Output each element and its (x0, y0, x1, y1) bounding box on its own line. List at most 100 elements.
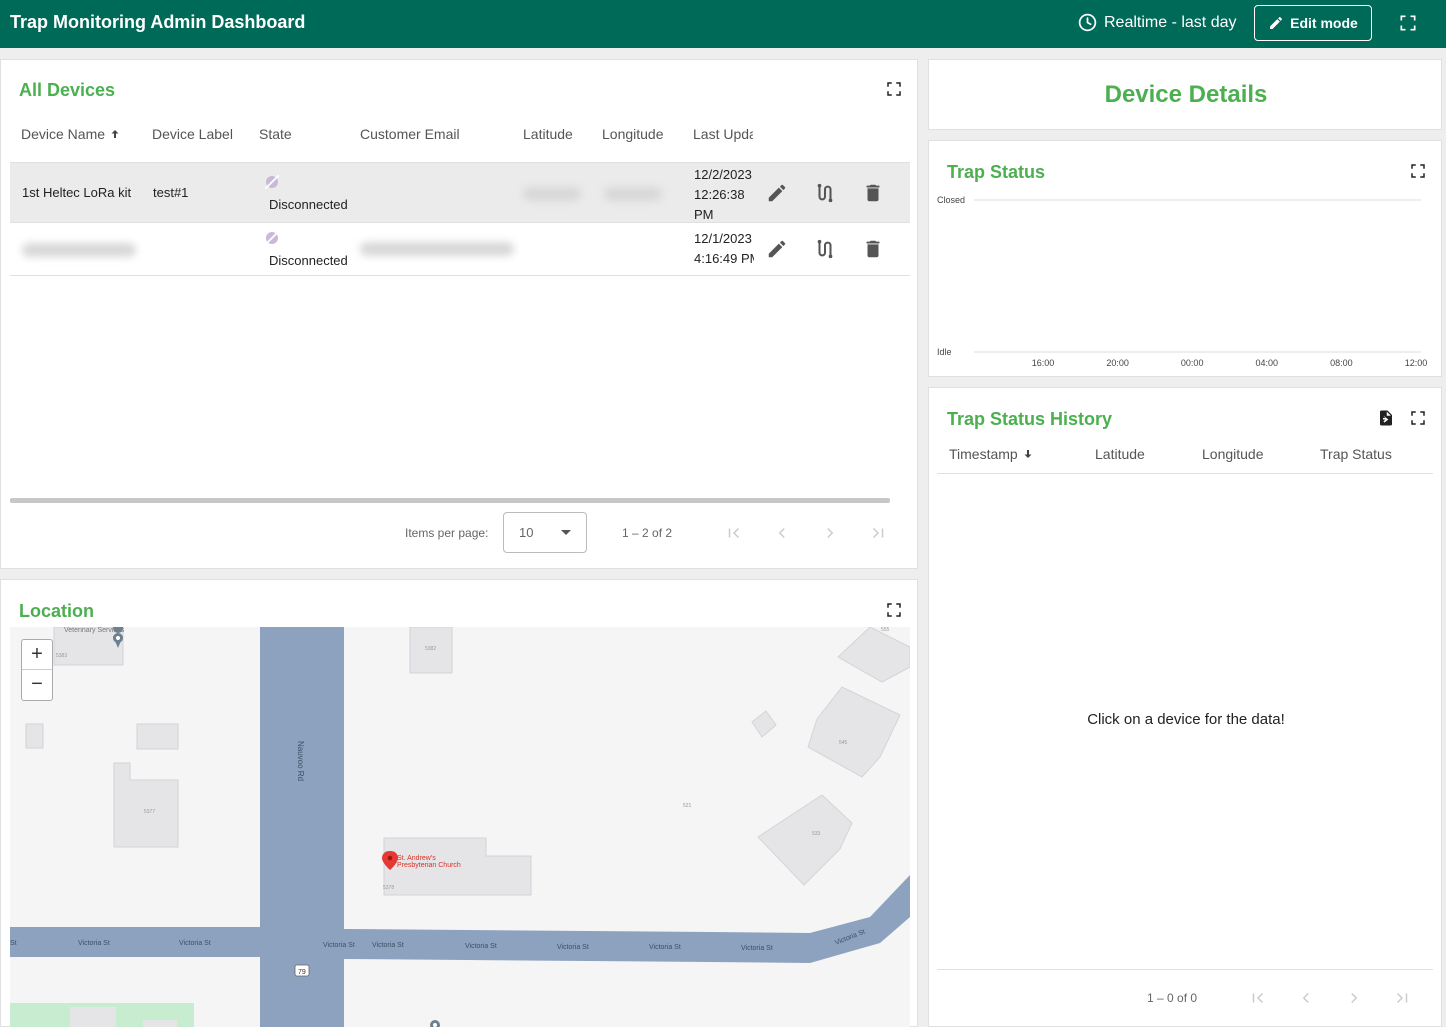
x-tick-label: 04:00 (1256, 358, 1279, 368)
pencil-icon (1270, 17, 1283, 29)
empty-message: Click on a device for the data! (1087, 711, 1285, 728)
sort-arrow-down-icon (1022, 446, 1034, 462)
fullscreen-icon[interactable] (1409, 409, 1427, 427)
building (757, 794, 853, 886)
map-label: Nauvoo Rd (296, 741, 305, 781)
col-trap-status[interactable]: Trap Status (1320, 446, 1392, 462)
y-tick-label: Closed (937, 195, 965, 205)
col-customer-email[interactable]: Customer Email (360, 126, 460, 142)
map-label: Presbyterian Church (397, 862, 461, 869)
device-name-redacted (22, 243, 136, 257)
history-pagination-range: 1 – 0 of 0 (1147, 991, 1198, 1005)
export-file-icon[interactable] (1377, 409, 1395, 427)
zoom-control: + − (21, 639, 53, 701)
x-tick-label: 00:00 (1181, 358, 1204, 368)
device-details-title: Device Details (1104, 81, 1268, 108)
poi-pin-icon[interactable] (430, 1020, 440, 1027)
table-row[interactable]: Disconnected 12/1/2023 4:16:49 PM (10, 223, 910, 276)
edit-mode-label: Edit mode (1290, 15, 1358, 31)
prev-page-icon[interactable] (1297, 989, 1315, 1007)
disconnected-icon (264, 230, 280, 246)
horizontal-scrollbar[interactable] (10, 498, 890, 503)
x-tick-label: 16:00 (1032, 358, 1055, 368)
col-longitude[interactable]: Longitude (602, 126, 664, 142)
email-redacted (360, 242, 514, 256)
map-label: Victoria St (323, 942, 355, 949)
all-devices-card: All Devices Device Name Device Label Sta… (0, 59, 918, 569)
map-label: 5383 (56, 653, 67, 659)
col-device-name[interactable]: Device Name (21, 126, 121, 142)
device-label: test#1 (153, 185, 189, 200)
zoom-out-button[interactable]: − (22, 670, 52, 700)
sort-arrow-up-icon (109, 126, 121, 142)
route-icon[interactable] (814, 182, 836, 204)
realtime-selector[interactable]: Realtime - last day (1077, 12, 1237, 33)
x-tick-label: 08:00 (1330, 358, 1353, 368)
table-row[interactable]: 1st Heltec LoRa kit test#1 Disconnected … (10, 162, 910, 223)
first-page-icon[interactable] (725, 524, 743, 542)
building (25, 723, 44, 749)
building (136, 723, 179, 750)
map-canvas[interactable]: Veterinary Services 5383 5382 555 545 53… (10, 627, 910, 1027)
y-tick-label: Idle (937, 347, 952, 357)
delete-icon[interactable] (862, 238, 884, 260)
last-updated: 12/1/2023 4:16:49 PM (694, 231, 754, 266)
col-latitude[interactable]: Latitude (523, 126, 573, 142)
building (837, 627, 910, 683)
last-page-icon[interactable] (869, 524, 887, 542)
col-timestamp[interactable]: Timestamp (949, 446, 1034, 462)
all-devices-title: All Devices (19, 80, 116, 100)
edit-icon[interactable] (766, 182, 788, 204)
building (751, 710, 777, 738)
building (113, 762, 179, 848)
first-page-icon[interactable] (1249, 989, 1267, 1007)
location-card: Location Veterinary Services 5383 5382 5… (0, 579, 918, 1027)
col-state[interactable]: State (259, 126, 292, 142)
fullscreen-icon[interactable] (1398, 13, 1418, 33)
map-label: 5377 (144, 809, 155, 815)
next-page-icon[interactable] (1345, 989, 1363, 1007)
map-label: 555 (881, 627, 890, 633)
map-label: 545 (839, 740, 848, 746)
location-map[interactable]: Veterinary Services 5383 5382 555 545 53… (10, 627, 910, 1027)
map-label: Victoria St (372, 942, 404, 949)
device-state: Disconnected (269, 253, 348, 268)
col-device-label[interactable]: Device Label (152, 126, 233, 142)
building (807, 686, 901, 778)
dropdown-arrow-icon (561, 530, 571, 535)
edit-mode-button[interactable]: Edit mode (1254, 5, 1372, 41)
fullscreen-icon[interactable] (885, 80, 903, 98)
trap-status-card: Trap Status Idle Closed 16:00 20:00 00:00 04:… (928, 140, 1442, 377)
pagination-range: 1 – 2 of 2 (622, 526, 673, 540)
x-tick-label: 12:00 (1405, 358, 1428, 368)
next-page-icon[interactable] (821, 524, 839, 542)
building (70, 1007, 116, 1027)
top-bar: Trap Monitoring Admin Dashboard Realtime… (0, 0, 1446, 48)
col-longitude[interactable]: Longitude (1202, 446, 1264, 462)
trap-status-chart: Idle Closed 16:00 20:00 00:00 04:00 08:00 12:00 (937, 195, 1428, 368)
prev-page-icon[interactable] (773, 524, 791, 542)
col-latitude[interactable]: Latitude (1095, 446, 1145, 462)
items-per-page-value: 10 (519, 525, 534, 540)
x-tick-label: 20:00 (1106, 358, 1129, 368)
delete-icon[interactable] (862, 182, 884, 204)
map-label: Victoria St (557, 944, 589, 951)
map-label: 5382 (425, 646, 436, 652)
fullscreen-icon[interactable] (885, 601, 903, 619)
device-name: 1st Heltec LoRa kit (22, 185, 132, 200)
device-details-card: Device Details (928, 59, 1442, 130)
realtime-label: Realtime - last day (1104, 13, 1237, 31)
trap-status-history-card: Trap Status History Timestamp Latitude L… (928, 387, 1442, 1027)
zoom-in-button[interactable]: + (22, 640, 52, 670)
items-per-page-select[interactable]: 10 (503, 512, 587, 553)
edit-icon[interactable] (766, 238, 788, 260)
last-updated: 12/2/2023 12:26:38 PM (694, 167, 752, 222)
route-number: 79 (298, 969, 306, 976)
route-icon[interactable] (814, 238, 836, 260)
device-state: Disconnected (269, 197, 348, 212)
map-label: 521 (683, 803, 692, 809)
map-label: 5378 (383, 885, 394, 891)
col-last-updated[interactable]: Last Upda (693, 126, 753, 142)
last-page-icon[interactable] (1393, 989, 1411, 1007)
map-label: Victoria St (741, 945, 773, 952)
